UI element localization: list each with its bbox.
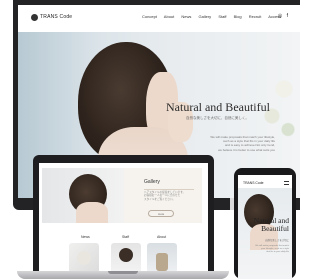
laptop-notch <box>108 271 138 274</box>
facebook-icon[interactable]: f <box>287 13 288 19</box>
hero-title: Natural and Beautiful <box>166 100 270 114</box>
thumbnail-hair <box>119 248 133 262</box>
phone-hero-title: Natural and Beautiful <box>254 217 289 233</box>
gallery-more-button[interactable]: more <box>148 210 174 217</box>
hero-subtitle: 自然な美しさを大切に、自然に美しく。 <box>186 116 249 120</box>
gallery-description: ヘアスタイルの提案をしています。 お客様お一人お一人に合わせた スタイルをご覧く… <box>144 191 185 201</box>
phone-hero-text: We will make proposals that match your l… <box>255 245 289 254</box>
social-links: ◎ f <box>278 13 288 19</box>
desktop-header: TRANS Code Concept About News Gallery St… <box>18 5 300 32</box>
nav-item-gallery[interactable]: Gallery <box>199 14 212 19</box>
phone-hero-subtitle: 自然な美しさを大切に <box>265 239 289 242</box>
nav-item-news[interactable]: News <box>181 14 191 19</box>
phone-screen: TRANS Code Natural and Beautiful 自然な美しさを… <box>238 175 292 279</box>
about-thumbnail[interactable] <box>147 243 177 271</box>
phone-logo[interactable]: TRANS Code <box>243 181 264 185</box>
nav-item-staff[interactable]: Staff <box>218 14 226 19</box>
nav-item-concept[interactable]: Concept <box>142 14 157 19</box>
section-label-about[interactable]: About <box>157 235 166 239</box>
gallery-photo-neck <box>76 202 108 223</box>
gallery-photo <box>42 168 124 223</box>
nav-item-blog[interactable]: Blog <box>234 14 242 19</box>
phone-hero: Natural and Beautiful 自然な美しさを大切に We will… <box>238 188 292 279</box>
section-label-news[interactable]: News <box>81 235 90 239</box>
thumbnail-interior <box>156 253 168 271</box>
gallery-card: Gallery ヘアスタイルの提案をしています。 お客様お一人お一人に合わせた … <box>42 168 202 223</box>
desktop-nav: Concept About News Gallery Staff Blog Re… <box>142 14 287 19</box>
gallery-title: Gallery <box>144 179 160 185</box>
hero-description: We will make proposals that match your l… <box>193 135 275 152</box>
laptop-screen: Gallery ヘアスタイルの提案をしています。 お客様お一人お一人に合わせた … <box>39 163 208 271</box>
thumbnail-flower <box>77 251 91 265</box>
phone-hero-title-line: Beautiful <box>261 224 289 233</box>
hamburger-menu-icon[interactable] <box>284 181 289 185</box>
gallery-desc-line: スタイルをご覧ください。 <box>144 197 176 201</box>
news-thumbnail[interactable] <box>69 243 99 271</box>
staff-thumbnail[interactable] <box>111 243 141 271</box>
instagram-icon[interactable]: ◎ <box>278 13 282 19</box>
hero-text-line: we believe it is better to use what suit… <box>218 147 275 152</box>
logo-text[interactable]: TRANS Code <box>40 14 72 20</box>
phone-hero-text-line: that fits in your daily life <box>266 251 289 253</box>
section-label-staff[interactable]: Staff <box>122 235 129 239</box>
nav-item-recruit[interactable]: Recruit <box>249 14 262 19</box>
gallery-divider <box>144 189 194 190</box>
logo-icon[interactable] <box>31 14 38 21</box>
nav-item-about[interactable]: About <box>164 14 174 19</box>
